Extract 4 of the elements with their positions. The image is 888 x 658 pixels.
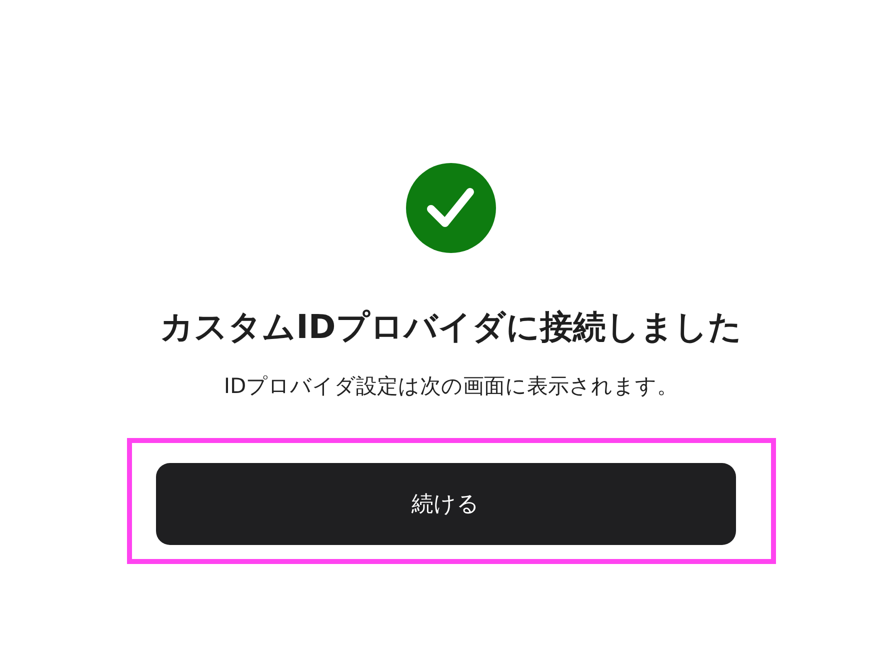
success-check-icon	[406, 163, 496, 253]
info-message: IDプロバイダ設定は次の画面に表示されます。	[224, 372, 678, 400]
success-title: カスタムIDプロバイダに接続しました	[160, 307, 742, 347]
continue-button[interactable]: 続ける	[156, 462, 736, 545]
